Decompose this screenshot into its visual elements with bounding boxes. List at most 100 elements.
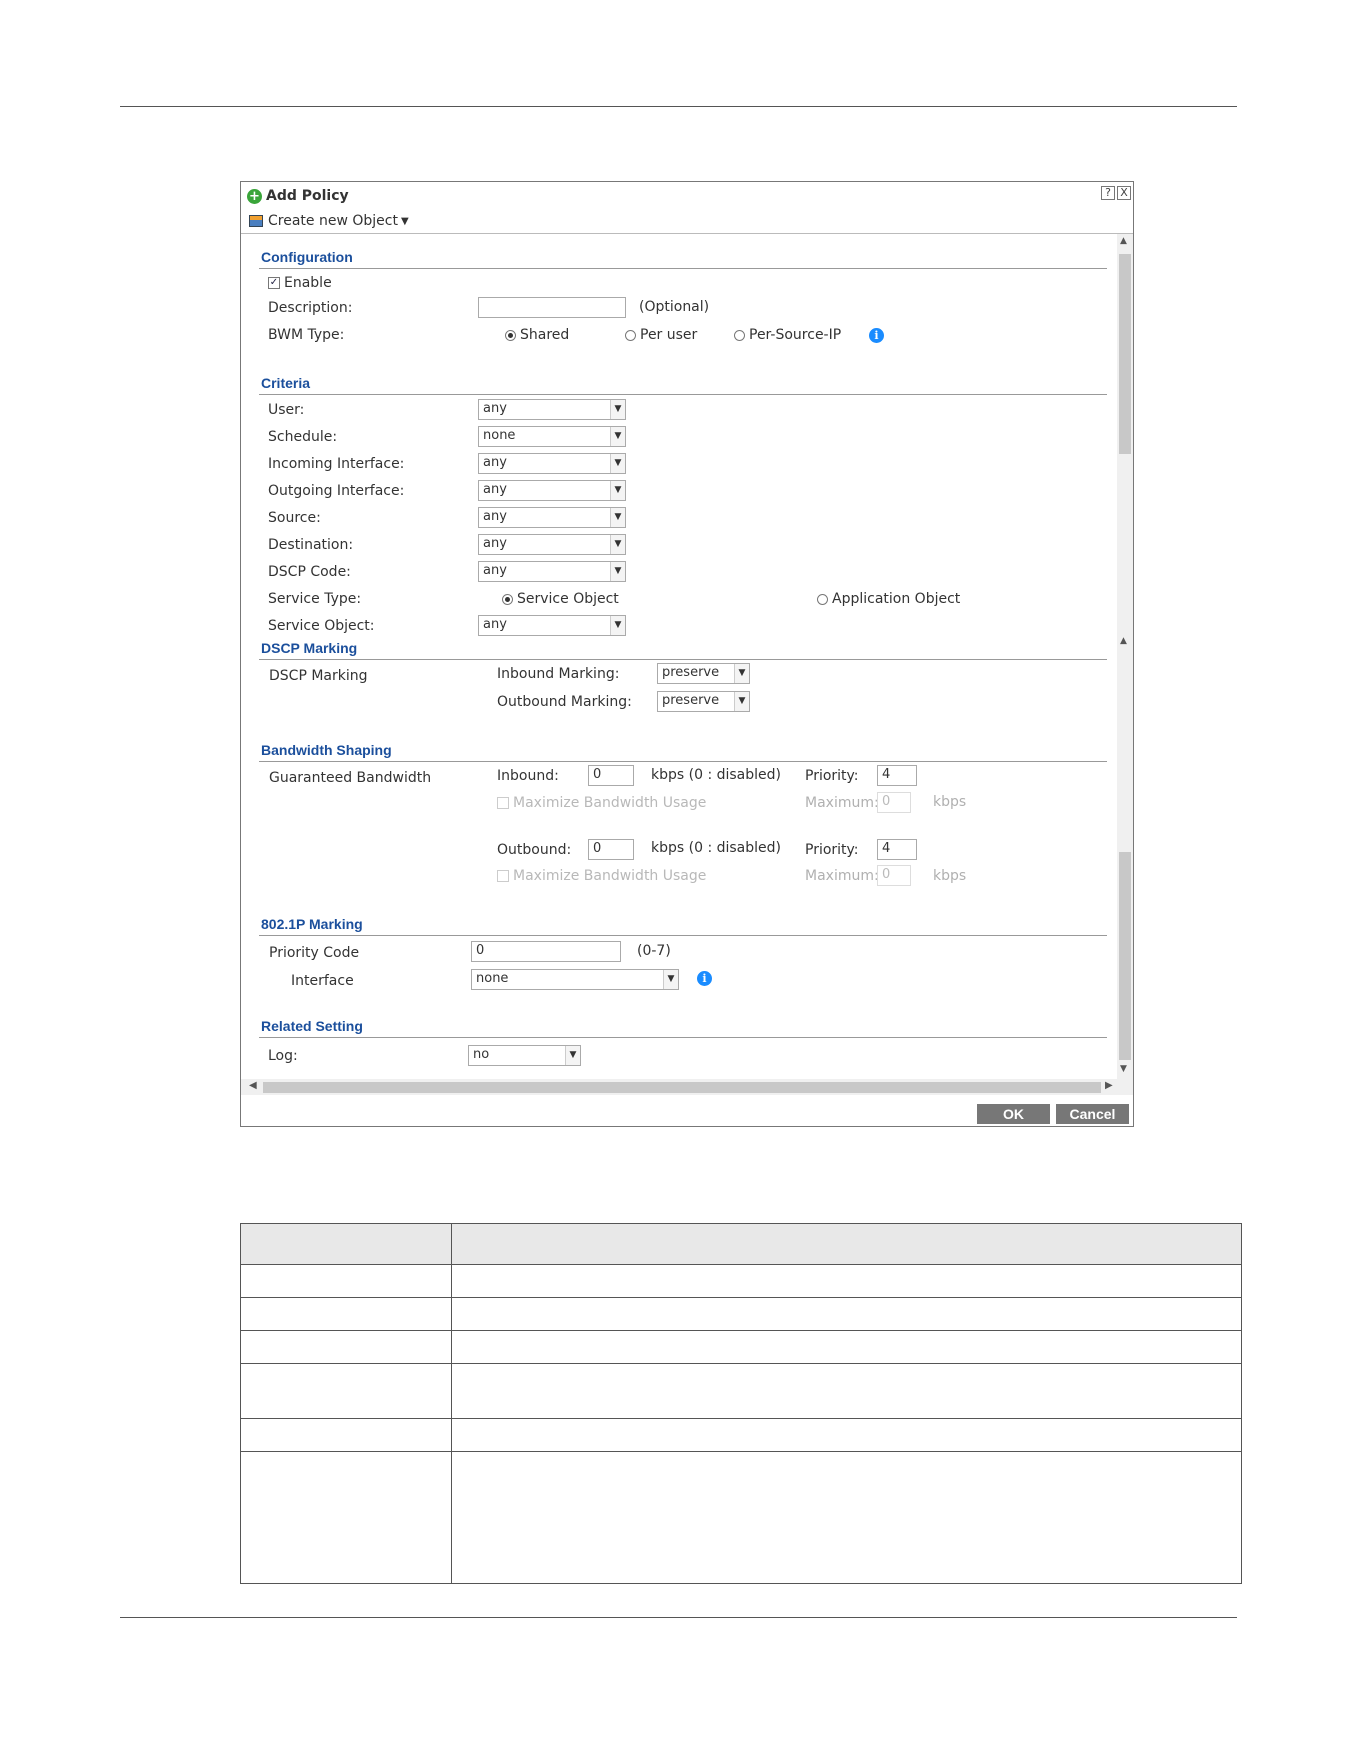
chevron-down-icon: ▼ xyxy=(610,481,625,500)
inbound-maximum-unit: kbps xyxy=(933,794,967,810)
log-select[interactable]: no ▼ xyxy=(468,1045,581,1066)
bwm-per-source-ip-radio[interactable]: Per-Source-IP xyxy=(734,327,841,343)
horizontal-scrollbar[interactable]: ◀ ▶ xyxy=(241,1079,1133,1095)
table-cell xyxy=(451,1451,1242,1584)
schedule-select[interactable]: none ▼ xyxy=(478,426,626,447)
dscp-code-label: DSCP Code: xyxy=(268,564,351,580)
radio-icon xyxy=(734,329,745,341)
table-cell xyxy=(240,1451,452,1584)
create-object-menu[interactable]: Create new Object ▼ xyxy=(249,210,409,232)
scrollbar-thumb[interactable] xyxy=(1119,254,1131,454)
outgoing-interface-select[interactable]: any ▼ xyxy=(478,480,626,501)
scroll-left-icon[interactable]: ◀ xyxy=(249,1080,257,1091)
user-select[interactable]: any ▼ xyxy=(478,399,626,420)
outbound-maximum-unit: kbps xyxy=(933,868,967,884)
dscp-code-select[interactable]: any ▼ xyxy=(478,561,626,582)
enable-checkbox[interactable]: ✓ Enable xyxy=(268,275,332,291)
source-select[interactable]: any ▼ xyxy=(478,507,626,528)
outbound-kbps-hint: kbps (0 : disabled) xyxy=(651,840,781,856)
outbound-priority-label: Priority: xyxy=(805,842,859,858)
interface-label: Interface xyxy=(291,973,354,989)
incoming-interface-value: any xyxy=(483,455,507,470)
outbound-marking-value: preserve xyxy=(662,693,720,708)
incoming-interface-select[interactable]: any ▼ xyxy=(478,453,626,474)
outbound-maximize-checkbox[interactable]: Maximize Bandwidth Usage xyxy=(497,868,706,884)
table-row xyxy=(240,1264,1242,1298)
schedule-label: Schedule: xyxy=(268,429,338,445)
scroll-up-icon[interactable]: ▲ xyxy=(1120,236,1127,246)
service-object-value: any xyxy=(483,617,507,632)
vertical-scrollbar[interactable]: ▲ ▲ ▼ xyxy=(1117,234,1133,1079)
inbound-maximize-label: Maximize Bandwidth Usage xyxy=(513,795,707,811)
table-cell xyxy=(451,1418,1242,1452)
chevron-down-icon: ▼ xyxy=(610,454,625,473)
optional-hint: (Optional) xyxy=(639,299,710,315)
table-cell xyxy=(451,1363,1242,1419)
bwm-shared-radio[interactable]: Shared xyxy=(505,327,569,343)
description-input[interactable] xyxy=(478,297,626,318)
scroll-up-icon[interactable]: ▲ xyxy=(1120,636,1127,646)
schedule-select-value: none xyxy=(483,428,516,443)
dscp-marking-row-label: DSCP Marking xyxy=(269,668,368,684)
dscp-code-value: any xyxy=(483,563,507,578)
service-object-label: Service Object: xyxy=(268,618,375,634)
source-select-value: any xyxy=(483,509,507,524)
inbound-marking-select[interactable]: preserve ▼ xyxy=(657,663,750,684)
inbound-maximize-checkbox[interactable]: Maximize Bandwidth Usage xyxy=(497,795,706,811)
service-type-label: Service Type: xyxy=(268,591,362,607)
table-row xyxy=(240,1363,1242,1419)
outbound-bandwidth-input[interactable]: 0 xyxy=(588,839,634,860)
help-button[interactable]: ? xyxy=(1101,186,1115,200)
check-icon: ✓ xyxy=(268,277,280,289)
application-object-radio[interactable]: Application Object xyxy=(817,591,960,607)
cancel-button[interactable]: Cancel xyxy=(1056,1104,1129,1124)
inbound-bandwidth-input[interactable]: 0 xyxy=(588,765,634,786)
section-divider xyxy=(259,268,1107,269)
outbound-priority-input[interactable]: 4 xyxy=(877,839,917,860)
related-setting-section-title: Related Setting xyxy=(261,1018,363,1034)
table-row xyxy=(240,1297,1242,1331)
bwm-per-user-radio[interactable]: Per user xyxy=(625,327,697,343)
enable-label: Enable xyxy=(284,275,332,291)
chevron-down-icon: ▼ xyxy=(734,664,749,683)
priority-code-input[interactable]: 0 xyxy=(471,941,621,962)
chevron-down-icon: ▼ xyxy=(610,616,625,635)
info-icon[interactable]: i xyxy=(697,971,712,986)
caret-down-icon: ▼ xyxy=(400,215,409,227)
inbound-maximum-input[interactable]: 0 xyxy=(877,792,911,813)
guaranteed-bandwidth-label: Guaranteed Bandwidth xyxy=(269,770,432,786)
close-button[interactable]: X xyxy=(1117,186,1131,200)
incoming-interface-label: Incoming Interface: xyxy=(268,456,405,472)
ok-button[interactable]: OK xyxy=(977,1104,1050,1124)
service-object-radio[interactable]: Service Object xyxy=(502,591,619,607)
info-icon[interactable]: i xyxy=(869,328,884,343)
chevron-down-icon: ▼ xyxy=(610,535,625,554)
inbound-marking-label: Inbound Marking: xyxy=(497,666,620,682)
outbound-maximum-label: Maximum: xyxy=(805,868,879,884)
chevron-down-icon: ▼ xyxy=(734,692,749,711)
inbound-priority-input[interactable]: 4 xyxy=(877,765,917,786)
destination-select[interactable]: any ▼ xyxy=(478,534,626,555)
scroll-down-icon[interactable]: ▼ xyxy=(1120,1064,1127,1074)
radio-icon xyxy=(817,593,828,605)
destination-label: Destination: xyxy=(268,537,354,553)
outbound-maximum-input[interactable]: 0 xyxy=(877,865,911,886)
scrollbar-thumb[interactable] xyxy=(1119,852,1131,1060)
field-description-table xyxy=(240,1223,1242,1584)
inbound-priority-label: Priority: xyxy=(805,768,859,784)
chevron-down-icon: ▼ xyxy=(610,427,625,446)
interface-select[interactable]: none ▼ xyxy=(471,969,679,990)
section-divider xyxy=(259,761,1107,762)
interface-select-value: none xyxy=(476,971,509,986)
scrollbar-thumb[interactable] xyxy=(263,1082,1101,1093)
section-divider xyxy=(259,659,1107,660)
scroll-right-icon[interactable]: ▶ xyxy=(1105,1080,1113,1091)
table-row xyxy=(240,1330,1242,1364)
section-divider xyxy=(259,1037,1107,1038)
criteria-section-title: Criteria xyxy=(261,375,311,391)
inbound-maximum-label: Maximum: xyxy=(805,795,879,811)
dialog-title: + Add Policy xyxy=(247,185,349,207)
service-object-select[interactable]: any ▼ xyxy=(478,615,626,636)
bwm-shared-label: Shared xyxy=(520,327,570,343)
outbound-marking-select[interactable]: preserve ▼ xyxy=(657,691,750,712)
